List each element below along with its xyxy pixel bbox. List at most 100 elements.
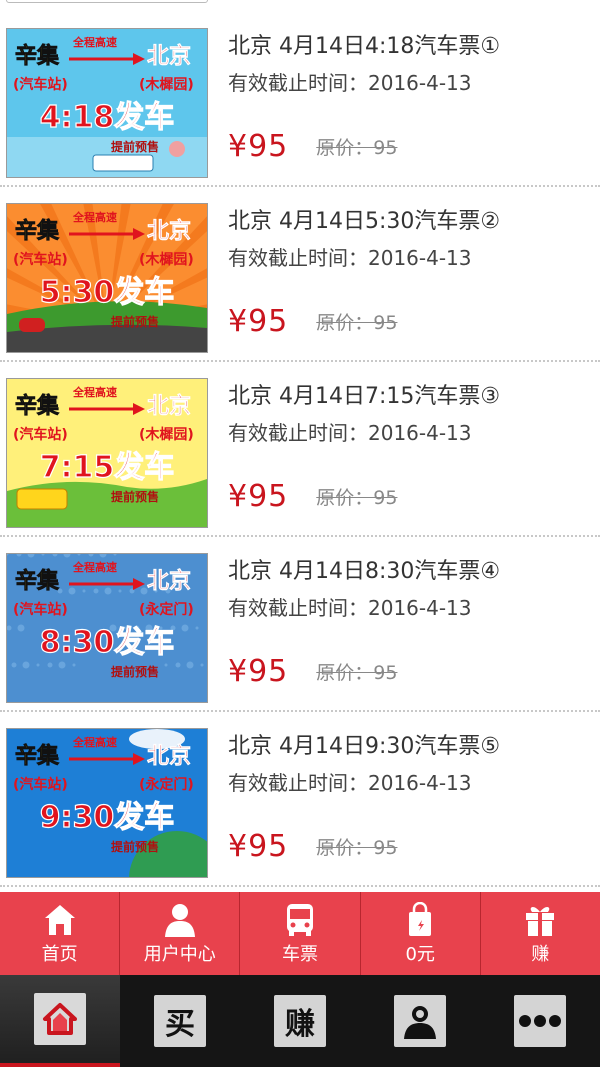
ticket-info: 北京 4月14日7:15汽车票③ 有效截止时间：2016-4-13 ¥95 原价…: [228, 382, 592, 516]
ticket-title[interactable]: 北京 4月14日4:18汽车票①: [228, 32, 592, 62]
banner-from: 辛集: [15, 743, 60, 769]
system-profile-tile: [394, 995, 446, 1047]
buy-icon: 买: [154, 995, 206, 1047]
system-home-tile: [34, 993, 86, 1045]
nav-item-label: 0元: [405, 943, 435, 965]
ticket-item[interactable]: 辛集 全程高速 北京 (汽车站) (木樨园) 5:30发车 提前预售 北京 4月14日5:3…: [0, 187, 600, 362]
banner-from-sub: (汽车站): [13, 601, 68, 618]
ticket-item[interactable]: 辛集 全程高速 北京 (汽车站) (木樨园) 7:15发车 提前预售 北京 4月14日7:1…: [0, 362, 600, 537]
banner-from: 辛集: [15, 43, 60, 69]
earn-text: 赚: [285, 1007, 315, 1042]
banner-presale: 提前预售: [111, 489, 159, 504]
home-icon: [44, 904, 75, 935]
ticket-title[interactable]: 北京 4月14日8:30汽车票④: [228, 557, 592, 587]
nav-item-free[interactable]: 0元: [361, 892, 481, 975]
banner-route: 全程高速: [72, 560, 117, 574]
deadline-value: 2016-4-13: [368, 596, 472, 620]
banner-from-sub: (汽车站): [13, 776, 68, 793]
system-more-button[interactable]: [480, 975, 600, 1067]
system-profile-button[interactable]: [360, 975, 480, 1067]
banner-to-sub: (永定门): [139, 601, 194, 618]
banner-from: 辛集: [15, 393, 60, 419]
banner-route: 全程高速: [72, 210, 117, 224]
banner-to-sub: (永定门): [139, 776, 194, 793]
nav-item-label: 首页: [41, 943, 78, 965]
nav-item-user-center[interactable]: 用户中心: [120, 892, 241, 975]
ticket-banner-image[interactable]: 辛集 全程高速 北京 (汽车站) (永定门) 9:30发车 提前预售: [6, 728, 208, 878]
more-icon: [519, 1015, 561, 1027]
ticket-info: 北京 4月14日9:30汽车票⑤ 有效截止时间：2016-4-13 ¥95 原价…: [228, 732, 592, 866]
deadline-label: 有效截止时间：: [228, 771, 368, 795]
banner-from-sub: (汽车站): [13, 76, 68, 93]
banner-time: 5:30发车: [40, 275, 175, 310]
nav-item-label: 用户中心: [143, 943, 216, 965]
original-price: 原价：95: [316, 661, 398, 684]
ticket-deadline: 有效截止时间：2016-4-13: [228, 768, 592, 798]
ticket-banner-image[interactable]: 辛集 全程高速 北京 (汽车站) (木樨园) 4:18发车 提前预售: [6, 28, 208, 178]
ticket-banner-image[interactable]: 辛集 全程高速 北京 (汽车站) (永定门) 8:30发车 提前预售: [6, 553, 208, 703]
deadline-value: 2016-4-13: [368, 771, 472, 795]
system-bar: 买 赚: [0, 975, 600, 1067]
banner-to: 北京: [147, 218, 191, 244]
current-price: ¥95: [228, 478, 289, 514]
banner-route: 全程高速: [72, 735, 117, 749]
banner-graphic: 辛集全程高速北京 (汽车站) (永定门) 9:30发车提前预售: [7, 729, 207, 877]
ticket-deadline: 有效截止时间：2016-4-13: [228, 68, 592, 98]
banner-from-sub: (汽车站): [13, 426, 68, 443]
gift-icon: [526, 906, 555, 936]
banner-to-sub: (木樨园): [139, 251, 194, 268]
bottom-nav: 首页 用户中心 车票 0元 赚: [0, 892, 600, 975]
banner-time: 9:30发车: [40, 800, 175, 835]
system-earn-button[interactable]: 赚: [240, 975, 360, 1067]
ticket-title[interactable]: 北京 4月14日5:30汽车票②: [228, 207, 592, 237]
ticket-item[interactable]: 辛集 全程高速 北京 (汽车站) (木樨园) 4:18发车 提前预售 北京 4月14日4:1…: [0, 12, 600, 187]
original-price: 原价：95: [316, 311, 398, 334]
system-buy-button[interactable]: 买: [120, 975, 240, 1067]
ticket-banner-image[interactable]: 辛集 全程高速 北京 (汽车站) (木樨园) 5:30发车 提前预售: [6, 203, 208, 353]
earn-icon: 赚: [274, 995, 326, 1047]
price-row: ¥95 原价：95: [228, 126, 592, 166]
deadline-value: 2016-4-13: [368, 71, 472, 95]
price-row: ¥95 原价：95: [228, 476, 592, 516]
ticket-title[interactable]: 北京 4月14日9:30汽车票⑤: [228, 732, 592, 762]
price-row: ¥95 原价：95: [228, 651, 592, 691]
banner-presale: 提前预售: [111, 839, 159, 854]
nav-item-home[interactable]: 首页: [0, 892, 121, 975]
previous-item-edge: [6, 0, 208, 3]
user-icon: [164, 903, 195, 937]
banner-presale: 提前预售: [111, 664, 159, 679]
system-home-button[interactable]: [0, 975, 120, 1067]
profile-icon: [404, 1006, 436, 1039]
current-price: ¥95: [228, 828, 289, 864]
banner-graphic: 辛集全程高速北京 (汽车站) (木樨园) 4:18发车提前预售: [7, 29, 207, 177]
banner-graphic: 辛集全程高速北京 (汽车站) (木樨园) 7:15发车提前预售: [7, 379, 207, 527]
banner-from: 辛集: [15, 568, 60, 594]
banner-route: 全程高速: [72, 385, 117, 399]
original-price: 原价：95: [316, 136, 398, 159]
nav-item-label: 车票: [282, 943, 318, 965]
current-price: ¥95: [228, 653, 289, 689]
banner-presale: 提前预售: [111, 139, 159, 154]
current-price: ¥95: [228, 303, 289, 339]
banner-from-sub: (汽车站): [13, 251, 68, 268]
bus-icon: [287, 903, 313, 936]
banner-graphic: 辛集全程高速北京 (汽车站) (木樨园) 5:30发车提前预售: [7, 204, 207, 352]
nav-item-earn[interactable]: 赚: [481, 892, 600, 975]
banner-presale: 提前预售: [111, 314, 159, 329]
ticket-item[interactable]: 辛集 全程高速 北京 (汽车站) (永定门) 9:30发车 提前预售 北京 4月14日9:3…: [0, 712, 600, 887]
ticket-title[interactable]: 北京 4月14日7:15汽车票③: [228, 382, 592, 412]
deadline-label: 有效截止时间：: [228, 71, 368, 95]
banner-route: 全程高速: [72, 35, 117, 49]
ticket-banner-image[interactable]: 辛集 全程高速 北京 (汽车站) (木樨园) 7:15发车 提前预售: [6, 378, 208, 528]
shopping-bag-icon: [409, 901, 432, 936]
banner-to: 北京: [147, 43, 191, 69]
nav-item-tickets[interactable]: 车票: [240, 892, 361, 975]
home-icon: [43, 1003, 77, 1035]
ticket-deadline: 有效截止时间：2016-4-13: [228, 243, 592, 273]
deadline-label: 有效截止时间：: [228, 246, 368, 270]
banner-time: 4:18发车: [40, 100, 175, 135]
ticket-item[interactable]: 辛集 全程高速 北京 (汽车站) (永定门) 8:30发车 提前预售 北京 4月14日8:3…: [0, 537, 600, 712]
banner-to: 北京: [147, 393, 191, 419]
original-price: 原价：95: [316, 836, 398, 859]
deadline-label: 有效截止时间：: [228, 596, 368, 620]
